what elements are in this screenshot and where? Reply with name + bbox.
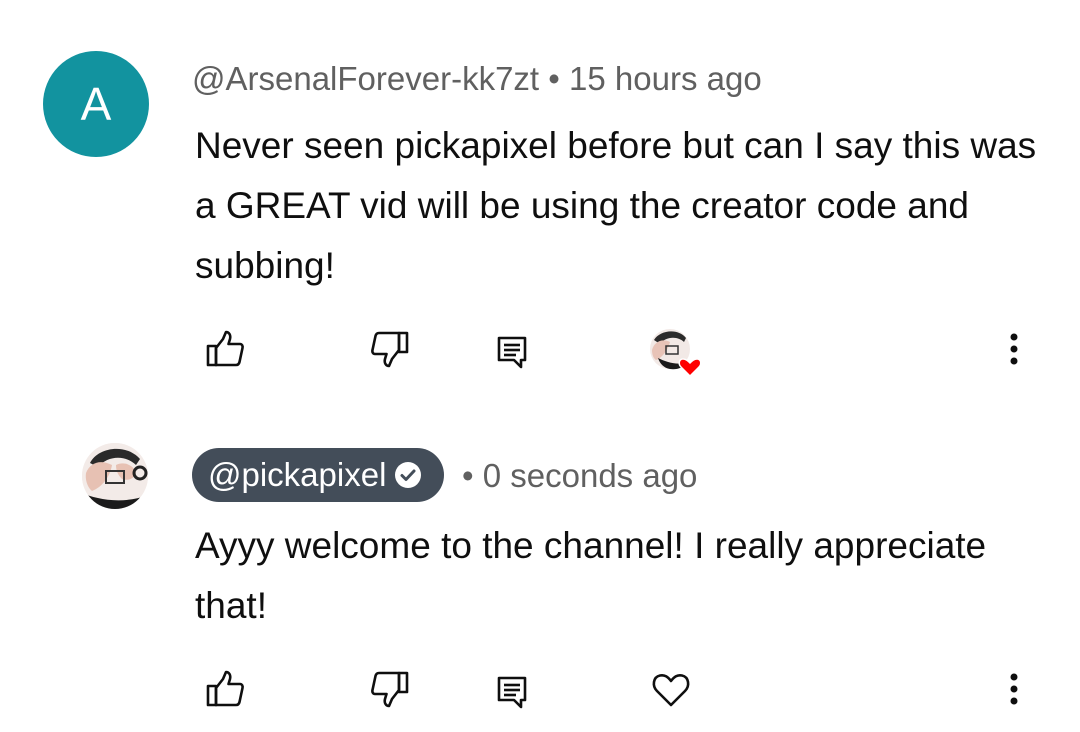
like-button[interactable] — [203, 327, 247, 371]
reply-meta: • 0 seconds ago — [462, 459, 697, 492]
meta-separator: • — [462, 457, 474, 494]
comment-more-button[interactable] — [996, 327, 1032, 371]
reply-button[interactable] — [490, 330, 534, 374]
reply-comment-icon — [497, 336, 527, 369]
reply-time: 0 seconds ago — [482, 457, 698, 494]
heart-button[interactable] — [649, 668, 693, 712]
reply-comment-icon — [497, 676, 527, 709]
creator-heart-icon — [650, 329, 702, 378]
verified-check-icon — [394, 461, 422, 489]
thumb-down-icon — [371, 331, 409, 368]
reply-more-button[interactable] — [996, 667, 1032, 711]
comment-text: Never seen pickapixel before but can I s… — [195, 125, 1037, 286]
creator-name-chip[interactable]: @pickapixel — [192, 448, 445, 502]
comment-time: 15 hours ago — [569, 60, 762, 97]
reply-text: Ayyy welcome to the channel! I really ap… — [195, 525, 987, 626]
reply-like-button[interactable] — [203, 667, 247, 711]
more-vertical-icon — [1010, 333, 1018, 365]
meta-separator: • — [548, 60, 560, 97]
thumb-up-icon — [206, 330, 244, 367]
thumb-up-icon — [206, 670, 244, 707]
dislike-button[interactable] — [368, 327, 412, 371]
creator-heart-badge[interactable] — [648, 328, 704, 378]
reply-author: @pickapixel — [208, 456, 387, 493]
comment-meta: @ArsenalForever-kk7zt • 15 hours ago — [192, 62, 762, 95]
comment-author[interactable]: @ArsenalForever-kk7zt — [192, 60, 539, 97]
more-vertical-icon — [1010, 673, 1018, 705]
heart-outline-icon — [652, 673, 690, 707]
reply-avatar[interactable] — [82, 443, 148, 509]
avatar-letter: A — [80, 78, 112, 130]
thumb-down-icon — [371, 671, 409, 708]
profile-photo-icon — [82, 443, 148, 509]
commenter-avatar[interactable]: A — [43, 51, 149, 157]
reply-dislike-button[interactable] — [368, 667, 412, 711]
reply-reply-button[interactable] — [490, 670, 534, 714]
